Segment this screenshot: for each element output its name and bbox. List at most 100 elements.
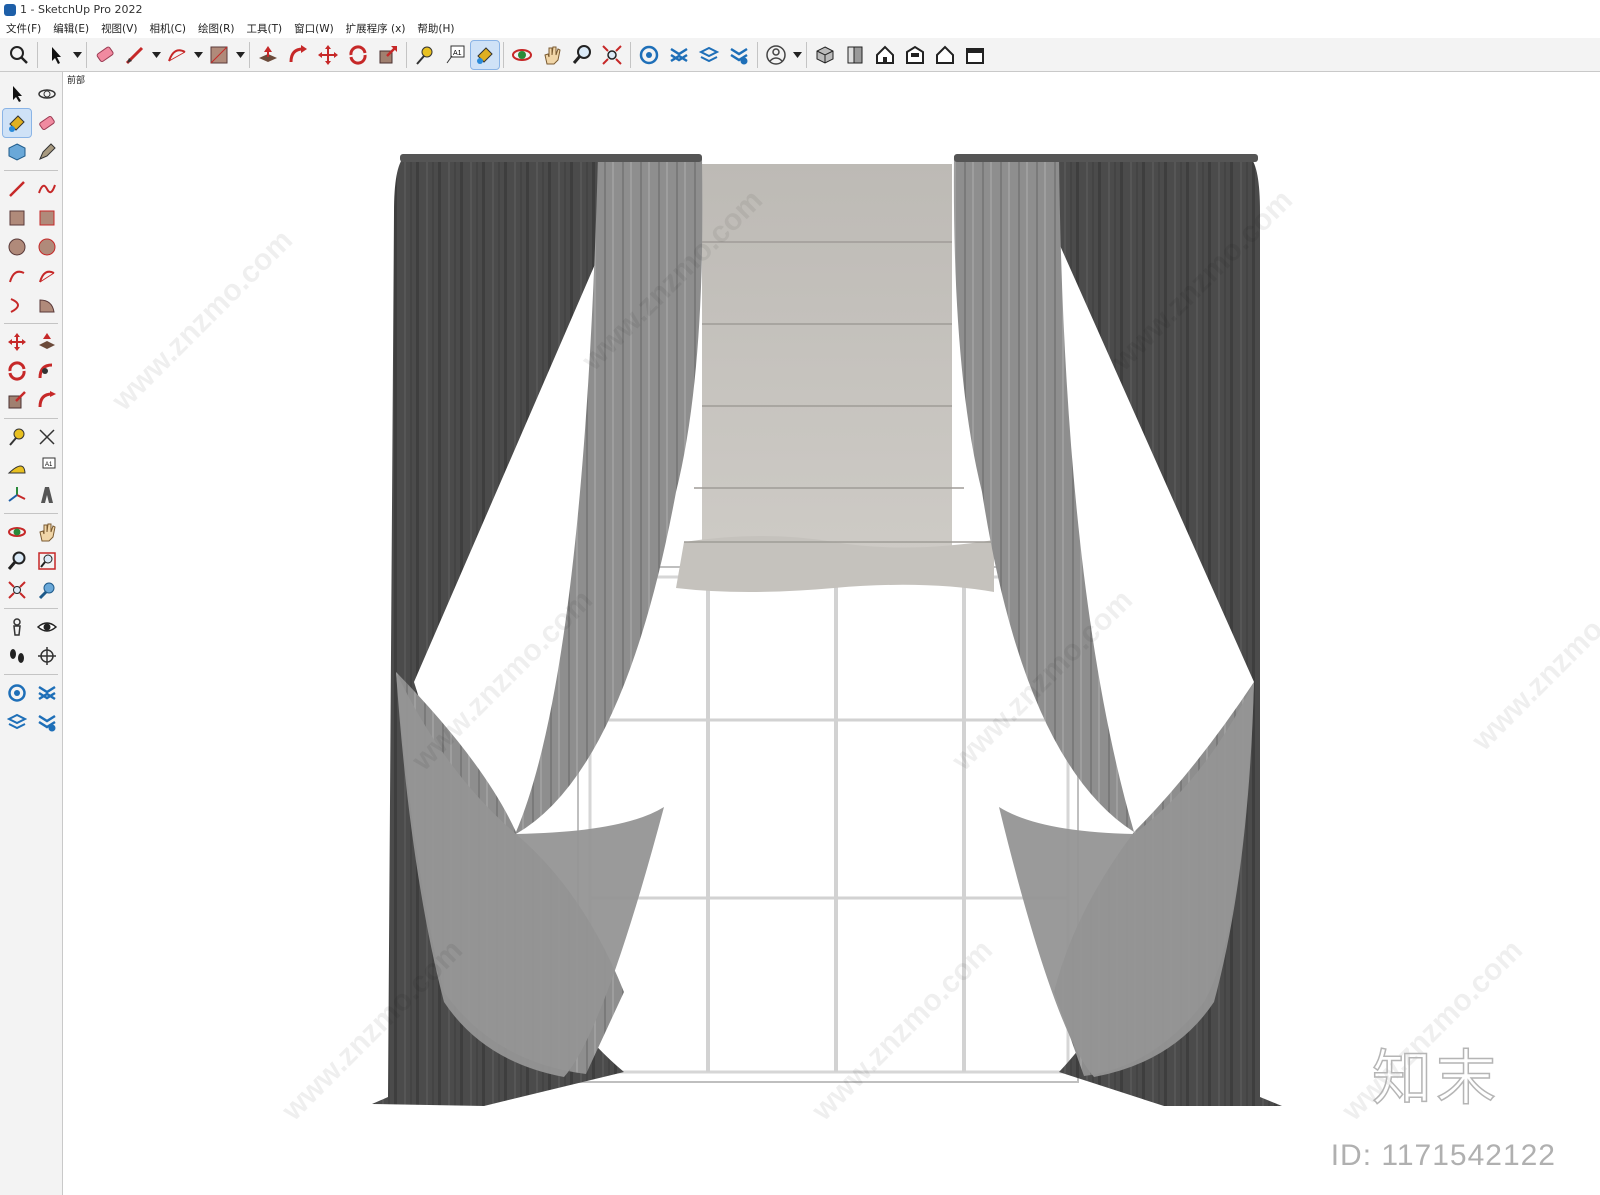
scale-tool-icon[interactable] (374, 41, 402, 69)
protractor-icon[interactable] (3, 452, 31, 480)
chevron-down-icon[interactable] (234, 41, 246, 69)
model-id-label: ID: 1171542122 (1330, 1139, 1556, 1172)
chevron-down-icon[interactable] (791, 41, 803, 69)
pie-tool-icon[interactable] (33, 291, 61, 319)
extension-warehouse-icon[interactable] (665, 41, 693, 69)
menu-bar: 文件(F) 编辑(E) 视图(V) 相机(C) 绘图(R) 工具(T) 窗口(W… (0, 20, 1600, 38)
axes-tool-icon[interactable] (3, 481, 31, 509)
extension-warehouse-icon[interactable] (33, 679, 61, 707)
chevron-down-icon[interactable] (150, 41, 162, 69)
chevron-down-icon[interactable] (192, 41, 204, 69)
orbit-small-icon[interactable] (33, 80, 61, 108)
left-view-icon[interactable] (961, 41, 989, 69)
extension-manager-icon[interactable] (725, 41, 753, 69)
arc-tool-icon[interactable] (163, 41, 191, 69)
tape-measure-icon[interactable] (3, 423, 31, 451)
freehand-tool-icon[interactable] (33, 175, 61, 203)
right-view-icon[interactable] (901, 41, 929, 69)
circle-tool-icon[interactable] (3, 233, 31, 261)
follow-me-icon[interactable] (284, 41, 312, 69)
layout-icon[interactable] (695, 41, 723, 69)
left-curtain-header (400, 154, 702, 162)
pan-hand-icon[interactable] (33, 518, 61, 546)
back-view-icon[interactable] (931, 41, 959, 69)
rectangle-tool-icon[interactable] (3, 204, 31, 232)
select-tool-icon[interactable] (3, 80, 31, 108)
3d-warehouse-icon[interactable] (3, 679, 31, 707)
window-title: 1 - SketchUp Pro 2022 (20, 3, 143, 16)
push-pull-icon[interactable] (33, 328, 61, 356)
orbit-icon[interactable] (3, 518, 31, 546)
menu-extensions[interactable]: 扩展程序 (x) (340, 20, 412, 38)
tag-tool-icon[interactable] (33, 138, 61, 166)
toolbar-separator (249, 41, 250, 68)
menu-file[interactable]: 文件(F) (0, 20, 47, 38)
rotated-rectangle-icon[interactable] (33, 204, 61, 232)
menu-tools[interactable]: 工具(T) (240, 20, 288, 38)
toolbar-separator (806, 41, 807, 68)
polygon-tool-icon[interactable] (33, 233, 61, 261)
look-around-eye-icon[interactable] (33, 613, 61, 641)
zoom-icon[interactable] (3, 547, 31, 575)
toolbar-separator (37, 41, 38, 68)
previous-view-icon[interactable] (33, 576, 61, 604)
account-icon[interactable] (762, 41, 790, 69)
menu-window[interactable]: 窗口(W) (288, 20, 340, 38)
walk-footprints-icon[interactable] (3, 642, 31, 670)
svg-text:www.znzmo.com: www.znzmo.com (1465, 564, 1600, 758)
menu-camera[interactable]: 相机(C) (143, 20, 192, 38)
line-tool-icon[interactable] (3, 175, 31, 203)
chevron-down-icon[interactable] (71, 41, 83, 69)
2pt-arc-icon[interactable] (33, 262, 61, 290)
text-label-icon[interactable]: A1 (441, 41, 469, 69)
layout-icon[interactable] (3, 708, 31, 736)
select-tool-icon[interactable] (42, 41, 70, 69)
make-component-icon[interactable] (3, 138, 31, 166)
search-icon[interactable] (5, 41, 33, 69)
brand-logo: 知末 (1371, 1043, 1500, 1115)
move-tool-icon[interactable] (314, 41, 342, 69)
menu-draw[interactable]: 绘图(R) (192, 20, 241, 38)
zoom-window-icon[interactable] (33, 547, 61, 575)
rotate-tool-icon[interactable] (344, 41, 372, 69)
rectangle-tool-icon[interactable] (205, 41, 233, 69)
orbit-icon[interactable] (508, 41, 536, 69)
menu-view[interactable]: 视图(V) (95, 20, 143, 38)
zoom-icon[interactable] (568, 41, 596, 69)
section-plane-icon[interactable] (33, 642, 61, 670)
toolbar-separator (86, 41, 87, 68)
3pt-arc-icon[interactable] (3, 291, 31, 319)
eraser-icon[interactable] (33, 109, 61, 137)
eraser-icon[interactable] (91, 41, 119, 69)
position-camera-icon[interactable] (3, 613, 31, 641)
pan-hand-icon[interactable] (538, 41, 566, 69)
pencil-line-icon[interactable] (121, 41, 149, 69)
zoom-extents-icon[interactable] (598, 41, 626, 69)
zoom-extents-icon[interactable] (3, 576, 31, 604)
offset-tool-icon[interactable] (33, 386, 61, 414)
tool-group-separator (4, 418, 58, 419)
scale-tool-icon[interactable] (3, 386, 31, 414)
push-pull-icon[interactable] (254, 41, 282, 69)
menu-edit[interactable]: 编辑(E) (47, 20, 95, 38)
text-label-icon[interactable]: A1 (33, 452, 61, 480)
3d-warehouse-icon[interactable] (635, 41, 663, 69)
rotate-tool-icon[interactable] (3, 357, 31, 385)
arc-tool-icon[interactable] (3, 262, 31, 290)
3d-text-icon[interactable] (33, 481, 61, 509)
svg-text:www.znzmo.com: www.znzmo.com (105, 224, 299, 418)
tape-measure-icon[interactable] (411, 41, 439, 69)
tool-group-separator (4, 608, 58, 609)
paint-bucket-icon[interactable] (470, 39, 500, 70)
model-viewport[interactable]: 前部 www.znzmo.com www.znzmo.com www.znzmo… (64, 72, 1600, 1195)
front-view-icon[interactable] (871, 41, 899, 69)
follow-me-icon[interactable] (33, 357, 61, 385)
extension-manager-icon[interactable] (33, 708, 61, 736)
dimension-tool-icon[interactable] (33, 423, 61, 451)
menu-help[interactable]: 帮助(H) (411, 20, 460, 38)
top-view-icon[interactable] (841, 41, 869, 69)
move-tool-icon[interactable] (3, 328, 31, 356)
paint-bucket-icon[interactable] (2, 108, 32, 138)
iso-view-icon[interactable] (811, 41, 839, 69)
large-tool-set: A1 (0, 72, 63, 1195)
